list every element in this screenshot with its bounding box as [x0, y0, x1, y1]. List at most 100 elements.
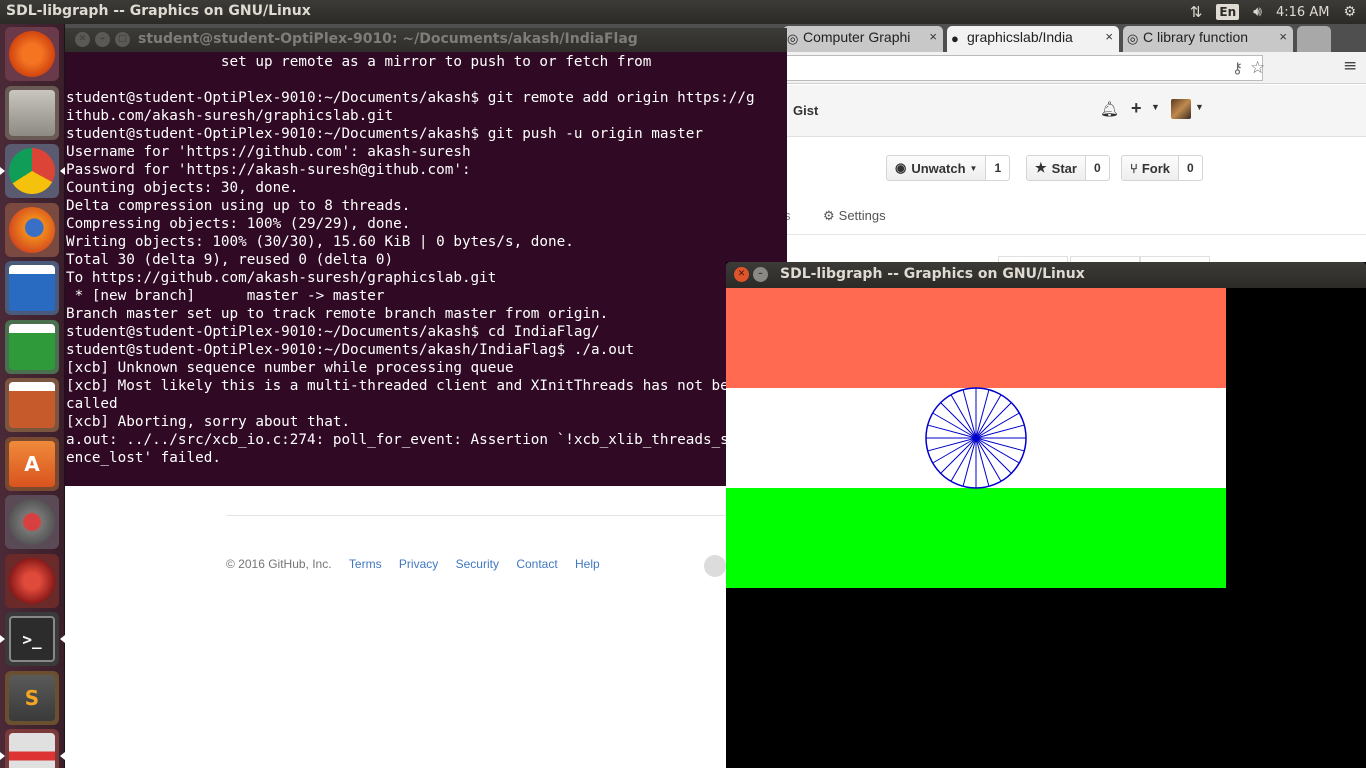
terminal-line: called	[66, 396, 118, 412]
keyboard-layout-indicator[interactable]: En	[1216, 4, 1240, 20]
github-icon: ●	[951, 31, 959, 46]
tab-graphicslab[interactable]: ● graphicslab/India ×	[947, 26, 1119, 52]
key-icon[interactable]: ⚷	[1232, 59, 1243, 77]
star-count[interactable]: 0	[1085, 156, 1109, 180]
volume-icon[interactable]: 🔊︎	[1253, 4, 1262, 20]
divider	[727, 234, 1366, 235]
avatar[interactable]	[1171, 99, 1191, 119]
new-tab-button[interactable]	[1297, 26, 1331, 52]
chrome-icon	[9, 148, 55, 194]
close-icon[interactable]: ✕	[75, 32, 90, 47]
tab-computer-graphics[interactable]: ◎ Computer Graphi ×	[783, 26, 943, 52]
launcher-item-chrome[interactable]	[0, 144, 65, 198]
terminal-line: [xcb] Most likely this is a multi-thread…	[66, 378, 746, 394]
launcher-item-calc[interactable]	[5, 319, 59, 374]
clock[interactable]: 4:16 AM	[1276, 5, 1329, 20]
footer-link-privacy[interactable]: Privacy	[399, 557, 438, 571]
india-flag-drawing	[726, 288, 1226, 588]
menu-icon[interactable]: ≡	[1343, 56, 1357, 76]
firefox-icon	[9, 206, 55, 253]
launcher-item-software-center[interactable]: A	[5, 436, 59, 491]
github-logo-icon[interactable]	[704, 555, 726, 577]
launcher-item-writer[interactable]	[5, 261, 59, 315]
maximize-icon[interactable]: □	[115, 32, 130, 47]
terminal-output[interactable]: set up remote as a mirror to push to or …	[66, 53, 786, 467]
terminal-line: Counting objects: 30, done.	[66, 180, 299, 196]
terminal-line: Total 30 (delta 9), reused 0 (delta 0)	[66, 252, 394, 268]
close-icon[interactable]: ✕	[734, 267, 749, 282]
fork-button[interactable]: ⑂ Fork 0	[1121, 155, 1203, 181]
fork-icon: ⑂	[1130, 160, 1138, 176]
terminal-line: Writing objects: 100% (30/30), 15.60 KiB…	[66, 234, 574, 250]
footer-link-security[interactable]: Security	[456, 557, 499, 571]
sdl-window-title: SDL-libgraph -- Graphics on GNU/Linux	[780, 266, 1085, 282]
launcher-item-impress[interactable]	[5, 378, 59, 432]
unwatch-label: Unwatch	[911, 160, 966, 176]
sdl-window[interactable]: ✕ – SDL-libgraph -- Graphics on GNU/Linu…	[726, 262, 1366, 768]
chevron-down-icon[interactable]: ▼	[1151, 102, 1160, 112]
star-icon[interactable]: ☆	[1250, 58, 1265, 78]
terminal-line: Branch master set up to track remote bra…	[66, 306, 609, 322]
network-arrows-icon[interactable]: ⇅	[1190, 3, 1203, 21]
close-icon[interactable]: ×	[929, 29, 937, 44]
chevron-down-icon[interactable]: ▼	[1195, 102, 1204, 112]
launcher-item-sdl-app[interactable]	[0, 729, 65, 768]
minimize-icon[interactable]: –	[753, 267, 768, 282]
launcher-item-files[interactable]	[5, 85, 59, 140]
terminal-title: student@student-OptiPlex-9010: ~/Documen…	[138, 31, 638, 47]
bell-icon[interactable]: 🔔︎	[1100, 100, 1119, 118]
launcher-item-dash-home[interactable]	[5, 27, 59, 81]
terminal-line: student@student-OptiPlex-9010:~/Document…	[66, 324, 600, 340]
terminal-line: Delta compression using up to 8 threads.	[66, 198, 411, 214]
terminal-window[interactable]: ✕ – □ student@student-OptiPlex-9010: ~/D…	[65, 28, 787, 486]
watch-count[interactable]: 1	[986, 156, 1010, 180]
fork-count[interactable]: 0	[1178, 156, 1202, 180]
star-icon: ★	[1035, 160, 1047, 175]
gear-icon: ⚙	[823, 208, 835, 223]
red-circle-icon	[9, 557, 55, 604]
document-icon	[9, 265, 55, 311]
plus-icon[interactable]: +	[1131, 98, 1142, 119]
tab-c-library[interactable]: ◎ C library function ×	[1123, 26, 1293, 52]
spreadsheet-icon	[9, 323, 55, 370]
terminal-line: a.out: ../../src/xcb_io.c:274: poll_for_…	[66, 432, 755, 448]
unwatch-button[interactable]: ◉ Unwatch ▼ 1	[886, 155, 1011, 181]
terminal-titlebar[interactable]: ✕ – □ student@student-OptiPlex-9010: ~/D…	[65, 28, 787, 52]
settings-label: Settings	[838, 208, 886, 223]
sdl-titlebar[interactable]: ✕ – SDL-libgraph -- Graphics on GNU/Linu…	[726, 262, 1366, 288]
terminal-line: To https://github.com/akash-suresh/graph…	[66, 270, 497, 286]
minimize-icon[interactable]: –	[95, 32, 110, 47]
close-icon[interactable]: ×	[1105, 29, 1113, 44]
footer-link-help[interactable]: Help	[575, 557, 600, 571]
terminal-line: [xcb] Aborting, sorry about that.	[66, 414, 351, 430]
terminal-line: set up remote as a mirror to push to or …	[66, 54, 652, 70]
power-gear-icon[interactable]: ⚙	[1343, 4, 1356, 20]
terminal-line: student@student-OptiPlex-9010:~/Document…	[66, 342, 635, 358]
ashoka-chakra	[925, 387, 1027, 489]
tab-settings[interactable]: ⚙ Settings	[823, 208, 886, 224]
launcher-item-terminal[interactable]: >_	[0, 612, 65, 666]
terminal-line: ence_lost' failed.	[66, 450, 221, 466]
shopping-bag-icon: A	[9, 440, 55, 487]
tab-label: C library function	[1143, 29, 1249, 45]
launcher-item-screenshot-app[interactable]	[5, 553, 59, 608]
launcher-item-firefox[interactable]	[5, 202, 59, 257]
launcher-item-system-settings[interactable]	[5, 495, 59, 549]
ubuntu-logo-icon	[9, 31, 55, 77]
footer-link-terms[interactable]: Terms	[349, 557, 382, 571]
launcher-item-sublime[interactable]: S	[5, 670, 59, 725]
terminal-line: [xcb] Unknown sequence number while proc…	[66, 360, 514, 376]
site-icon: ◎	[1127, 31, 1139, 46]
sublime-icon: S	[9, 674, 55, 721]
star-label: Star	[1051, 160, 1077, 176]
file-cabinet-icon	[9, 89, 55, 136]
close-icon[interactable]: ×	[1279, 29, 1287, 44]
chevron-down-icon: ▼	[969, 163, 978, 173]
gist-link[interactable]: Gist	[793, 103, 818, 118]
star-button[interactable]: ★ Star 0	[1026, 155, 1110, 181]
wrench-gear-icon	[9, 499, 55, 545]
footer-link-contact[interactable]: Contact	[516, 557, 557, 571]
flag-band-saffron	[726, 288, 1226, 388]
terminal-line: Password for 'https://akash-suresh@githu…	[66, 162, 471, 178]
